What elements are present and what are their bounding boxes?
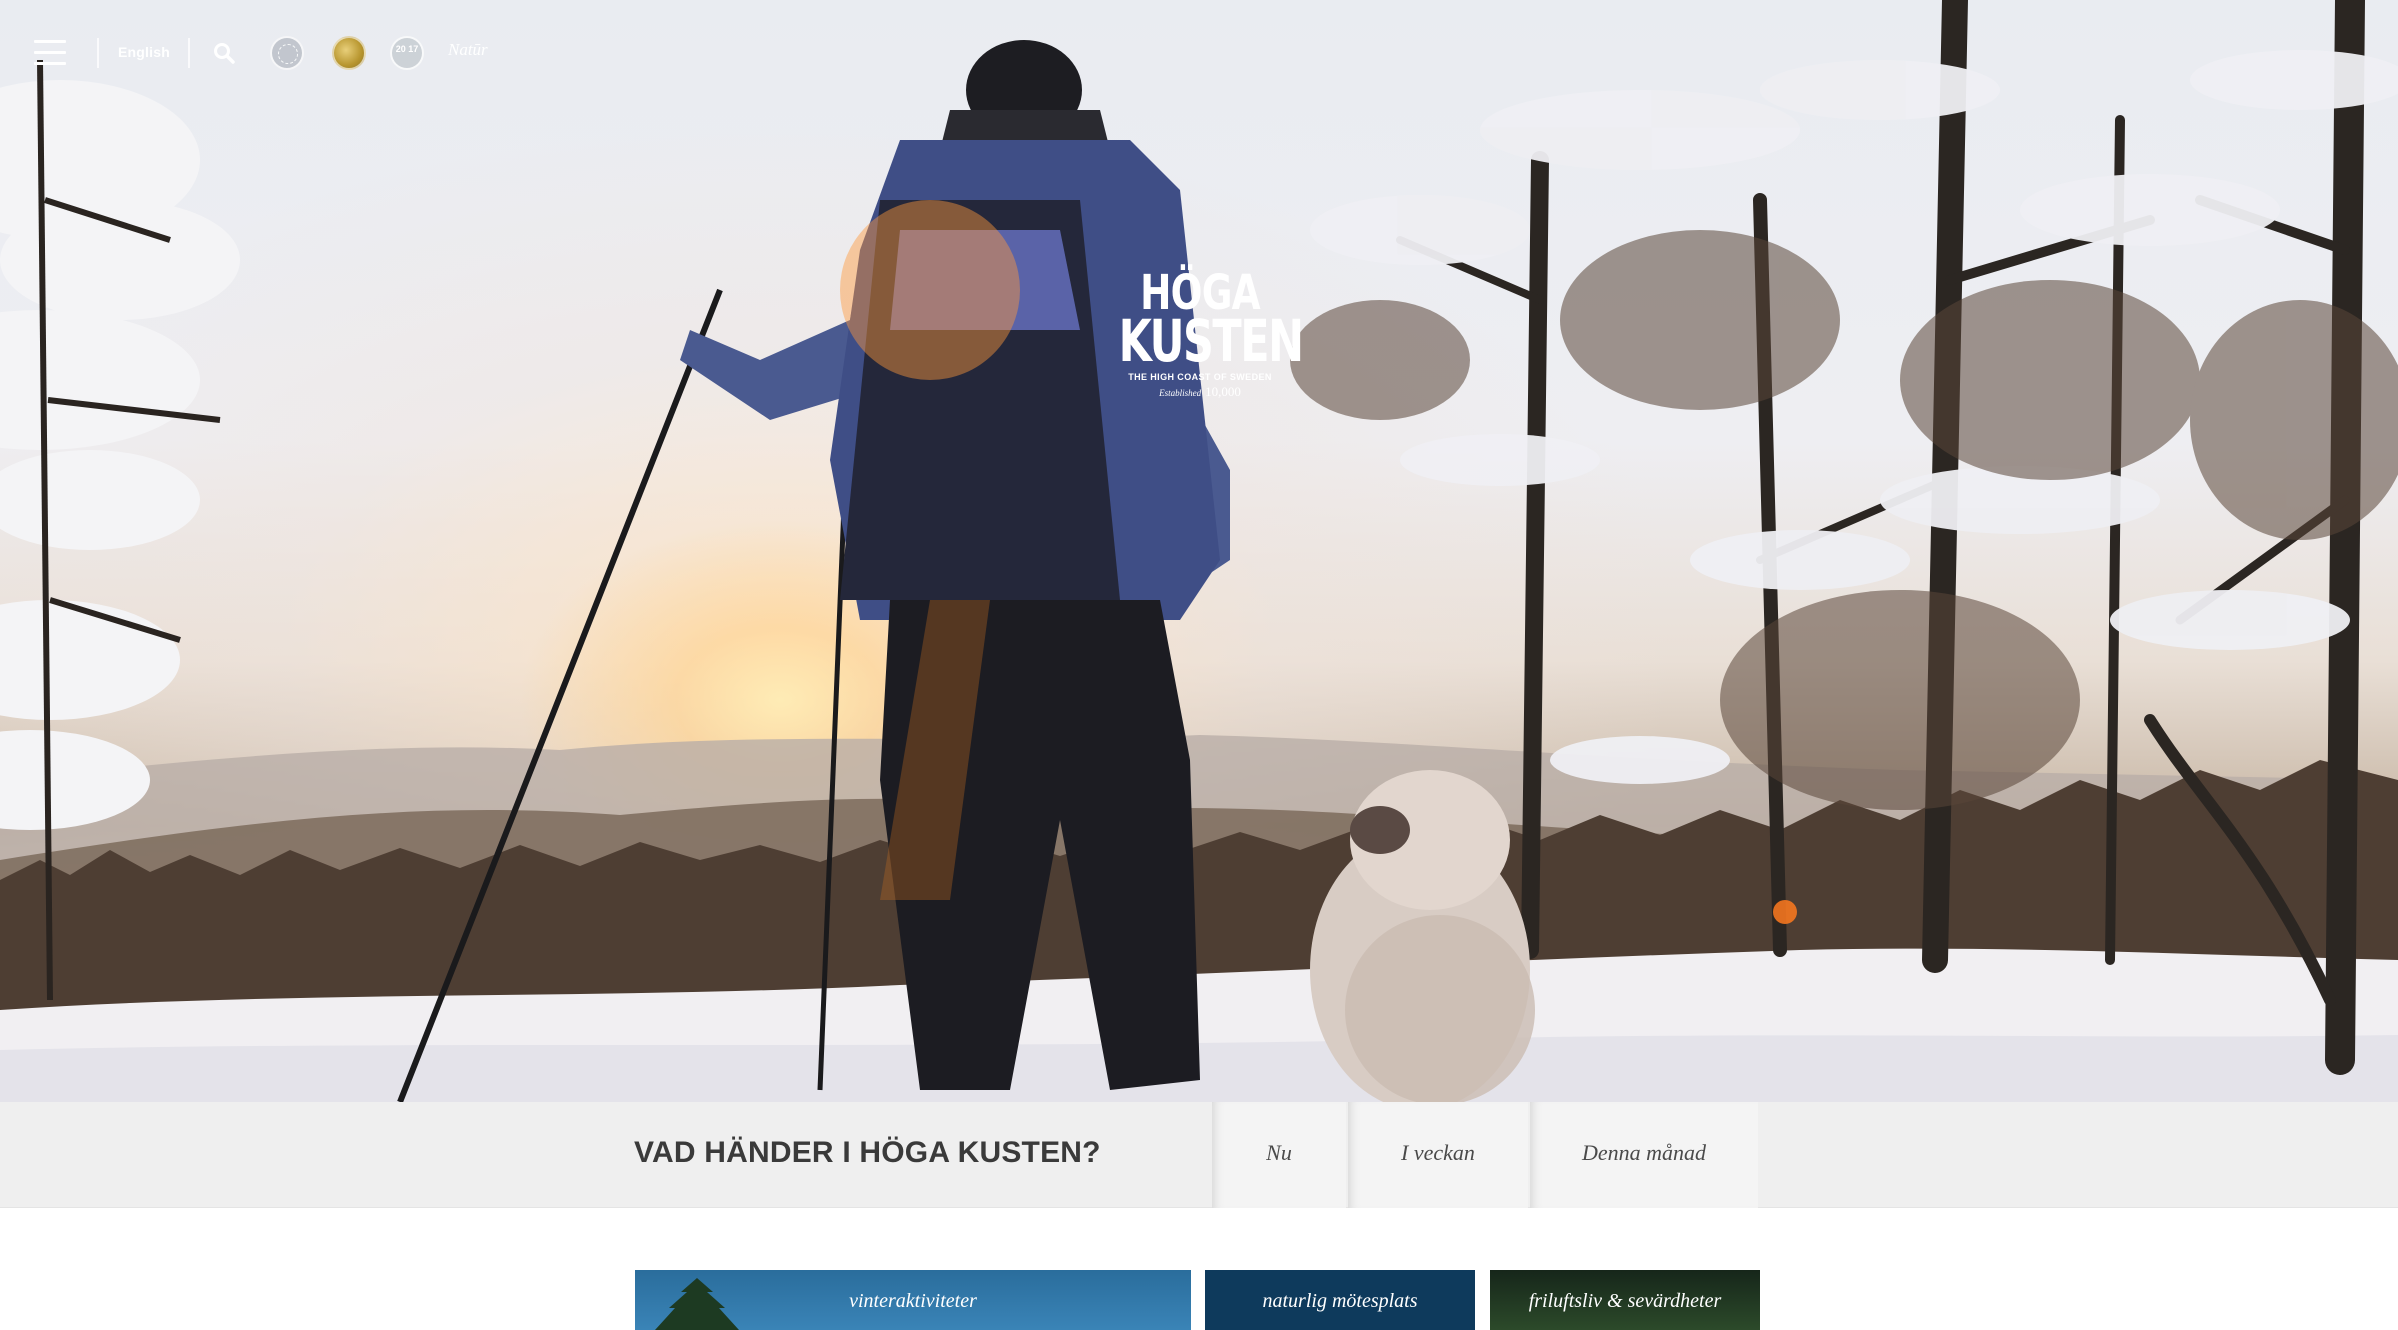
logo-line-2: KUSTEN — [1118, 307, 1304, 375]
tab-label: I veckan — [1401, 1140, 1475, 1165]
hamburger-menu-icon[interactable] — [34, 40, 66, 66]
search-icon[interactable] — [213, 42, 235, 64]
tab-now[interactable]: Nu — [1212, 1102, 1346, 1208]
tab-this-month[interactable]: Denna månad — [1530, 1102, 1758, 1208]
tab-label: Denna månad — [1581, 1140, 1707, 1165]
partner-natur-logo[interactable]: Natūr — [448, 40, 488, 60]
events-bar: VAD HÄNDER I HÖGA KUSTEN? Nu I veckan De… — [0, 1102, 2398, 1208]
card-label: vinteraktiviteter — [849, 1290, 977, 1312]
tab-label: Nu — [1266, 1140, 1292, 1165]
language-switch-link[interactable]: English — [118, 44, 170, 60]
partner-year-badge-icon[interactable]: 20 17 — [390, 36, 424, 70]
card-label: friluftsliv & sevärdheter — [1528, 1290, 1722, 1312]
established-value: 10,000 — [1205, 384, 1241, 399]
events-heading: VAD HÄNDER I HÖGA KUSTEN? — [634, 1136, 1101, 1169]
hero-scene — [0, 0, 2398, 1102]
card-natural-meeting-place[interactable]: naturlig mötesplats — [1205, 1270, 1475, 1330]
top-navigation: English 20 17 Natūr — [0, 0, 2398, 104]
hoga-kusten-logo[interactable]: HÖGA KUSTEN THE HIGH COAST OF SWEDEN Est… — [1090, 269, 1310, 420]
card-winter-activities[interactable]: vinteraktiviteter — [635, 1270, 1191, 1330]
tab-this-week[interactable]: I veckan — [1348, 1102, 1528, 1208]
nav-divider — [97, 38, 99, 68]
hero-image: English 20 17 Natūr HÖGA KUSTEN THE HIGH… — [0, 0, 2398, 1102]
card-label: naturlig mötesplats — [1262, 1290, 1418, 1312]
logo-established: Established 10,000 — [1090, 384, 1310, 400]
partner-seal-icon[interactable] — [270, 36, 304, 70]
partner-gold-seal-icon[interactable] — [332, 36, 366, 70]
nav-divider — [188, 38, 190, 68]
established-label: Established — [1159, 388, 1202, 398]
card-outdoor-life-sights[interactable]: friluftsliv & sevärdheter — [1490, 1270, 1760, 1330]
